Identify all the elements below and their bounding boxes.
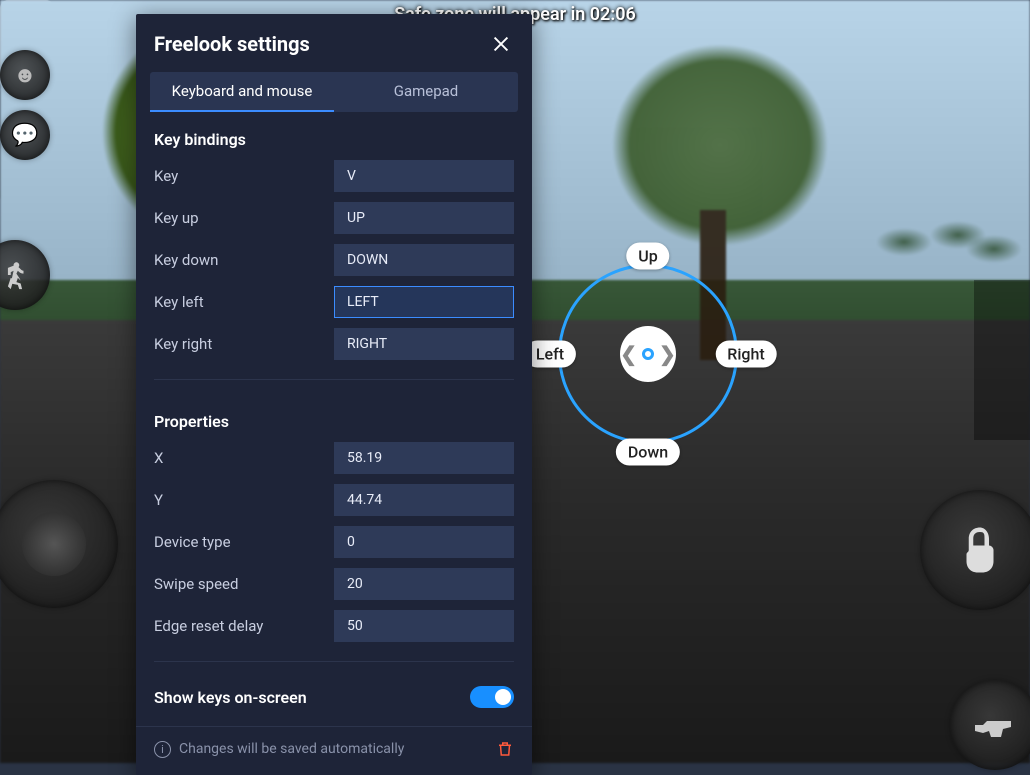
section-properties: Properties: [136, 394, 532, 437]
toggle-show-keys[interactable]: [470, 686, 514, 708]
label-x: X: [154, 449, 334, 467]
label-key-up: Key up: [154, 209, 334, 227]
tabs: Keyboard and mouse Gamepad: [150, 72, 518, 112]
section-key-bindings: Key bindings: [136, 112, 532, 155]
tab-keyboard-mouse[interactable]: Keyboard and mouse: [150, 72, 334, 112]
input-edge-reset-delay[interactable]: [334, 610, 514, 642]
input-key-down[interactable]: [334, 244, 514, 276]
input-y[interactable]: [334, 484, 514, 516]
panel-title: Freelook settings: [154, 32, 310, 56]
freelook-up-label[interactable]: Up: [626, 243, 669, 270]
freelook-settings-panel: Freelook settings Keyboard and mouse Gam…: [136, 14, 532, 775]
freelook-center-icon[interactable]: ❮ ❯: [620, 326, 676, 382]
label-device-type: Device type: [154, 533, 334, 551]
label-y: Y: [154, 491, 334, 509]
tab-gamepad[interactable]: Gamepad: [334, 72, 518, 112]
footer-info-text: Changes will be saved automatically: [179, 741, 404, 757]
freelook-control[interactable]: ❮ ❯ Up Down Left Right: [558, 264, 738, 444]
label-key-right: Key right: [154, 335, 334, 353]
label-key-left: Key left: [154, 293, 334, 311]
emoji-button[interactable]: ☻: [0, 50, 50, 100]
divider: [154, 661, 514, 662]
label-show-keys: Show keys on-screen: [154, 688, 307, 707]
input-key-up[interactable]: [334, 202, 514, 234]
right-toolbar[interactable]: [974, 280, 1030, 440]
close-icon[interactable]: [490, 33, 512, 55]
input-key-right[interactable]: [334, 328, 514, 360]
input-x[interactable]: [334, 442, 514, 474]
label-swipe-speed: Swipe speed: [154, 575, 334, 593]
label-edge-reset-delay: Edge reset delay: [154, 617, 334, 635]
label-key-down: Key down: [154, 251, 334, 269]
chat-button[interactable]: 💬: [0, 110, 50, 160]
weapon-button[interactable]: [950, 680, 1030, 770]
input-swipe-speed[interactable]: [334, 568, 514, 600]
label-key: Key: [154, 167, 334, 185]
attack-button[interactable]: [920, 490, 1030, 610]
freelook-right-label[interactable]: Right: [715, 341, 776, 368]
trash-icon[interactable]: [496, 739, 514, 759]
input-device-type[interactable]: [334, 526, 514, 558]
divider: [154, 379, 514, 380]
freelook-down-label[interactable]: Down: [616, 439, 680, 466]
info-icon: i: [154, 741, 171, 758]
input-key-left[interactable]: [334, 286, 514, 318]
input-key[interactable]: [334, 160, 514, 192]
